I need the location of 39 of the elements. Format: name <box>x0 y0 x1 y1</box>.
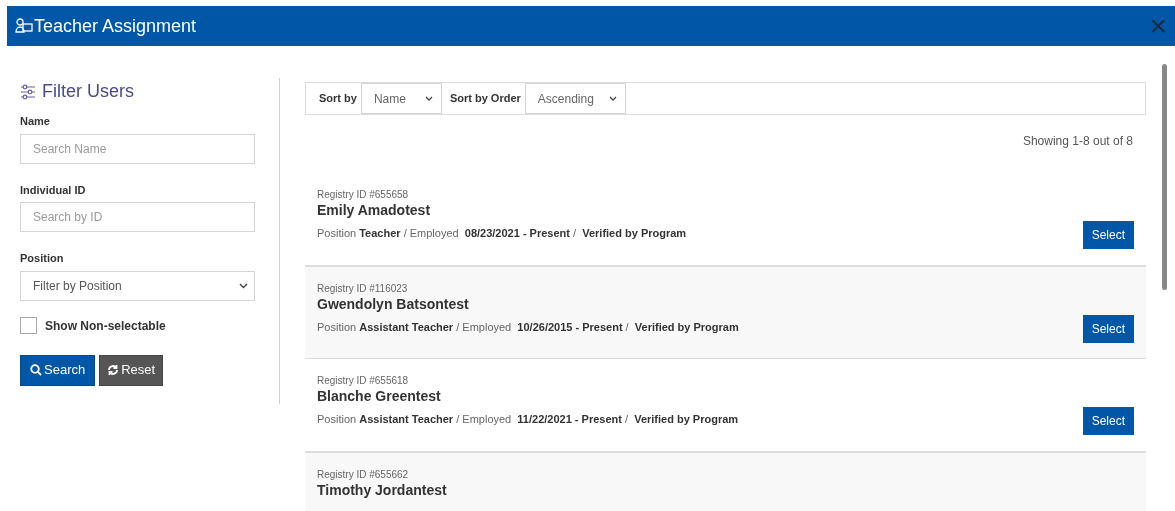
position-dropdown[interactable]: Filter by Position <box>20 270 255 301</box>
sort-dropdown[interactable]: Ascending <box>524 83 626 114</box>
teacher-name: Emily Amadotest <box>317 201 432 219</box>
select-button[interactable]: Select <box>1082 315 1134 343</box>
select-button[interactable]: Select <box>1082 221 1134 249</box>
filter-title: Filter Users <box>42 80 134 103</box>
teacher-name: Blanche Greentest <box>317 387 442 405</box>
checkbox-label: Show Non-selectable <box>45 317 166 335</box>
chevron-down-icon <box>424 96 433 101</box>
scrollbar[interactable] <box>1162 64 1167 290</box>
reset-button[interactable]: Reset <box>99 354 164 386</box>
employment-details: Position Assistant Teacher / Employed 10/26/2015 - Present / Verified by Program <box>317 320 739 335</box>
employment-details: Position Assistant Teacher / Employed 11/22/2021 - Present / Verified by Program <box>317 412 739 427</box>
teacher-board-icon <box>15 17 33 35</box>
chevron-down-icon <box>608 96 617 101</box>
field-label: Individual ID <box>20 182 87 198</box>
chevron-down-icon <box>239 282 248 289</box>
registry-id: Registry ID #655618 <box>317 375 410 387</box>
field-label: Position <box>20 251 65 266</box>
registry-id: Registry ID #116023 <box>317 283 409 295</box>
employment-details: Position Teacher / Employed 08/23/2021 - Present / Verified by Program <box>317 226 687 241</box>
refresh-icon <box>107 364 120 376</box>
search-icon <box>30 364 42 376</box>
input-field[interactable]: Search by ID <box>20 202 255 232</box>
checkbox[interactable] <box>20 317 37 334</box>
sort-label: Sort by Order <box>449 91 521 107</box>
select-button[interactable]: Select <box>1082 407 1134 435</box>
teacher-name: Gwendolyn Batsontest <box>317 295 470 313</box>
teacher-name: Timothy Jordantest <box>317 481 447 499</box>
filter-sliders-icon <box>20 83 36 100</box>
field-label: Name <box>20 114 51 129</box>
registry-id: Registry ID #655658 <box>317 189 410 201</box>
results-count: Showing 1-8 out of 8 <box>1022 133 1133 150</box>
registry-id: Registry ID #655662 <box>317 469 410 481</box>
input-field[interactable]: Search Name <box>20 133 255 164</box>
window-title: Teacher Assignment <box>34 14 197 38</box>
sort-dropdown[interactable]: Name <box>360 83 442 114</box>
search-button[interactable]: Search <box>20 354 96 386</box>
sort-label: Sort by <box>319 91 357 107</box>
